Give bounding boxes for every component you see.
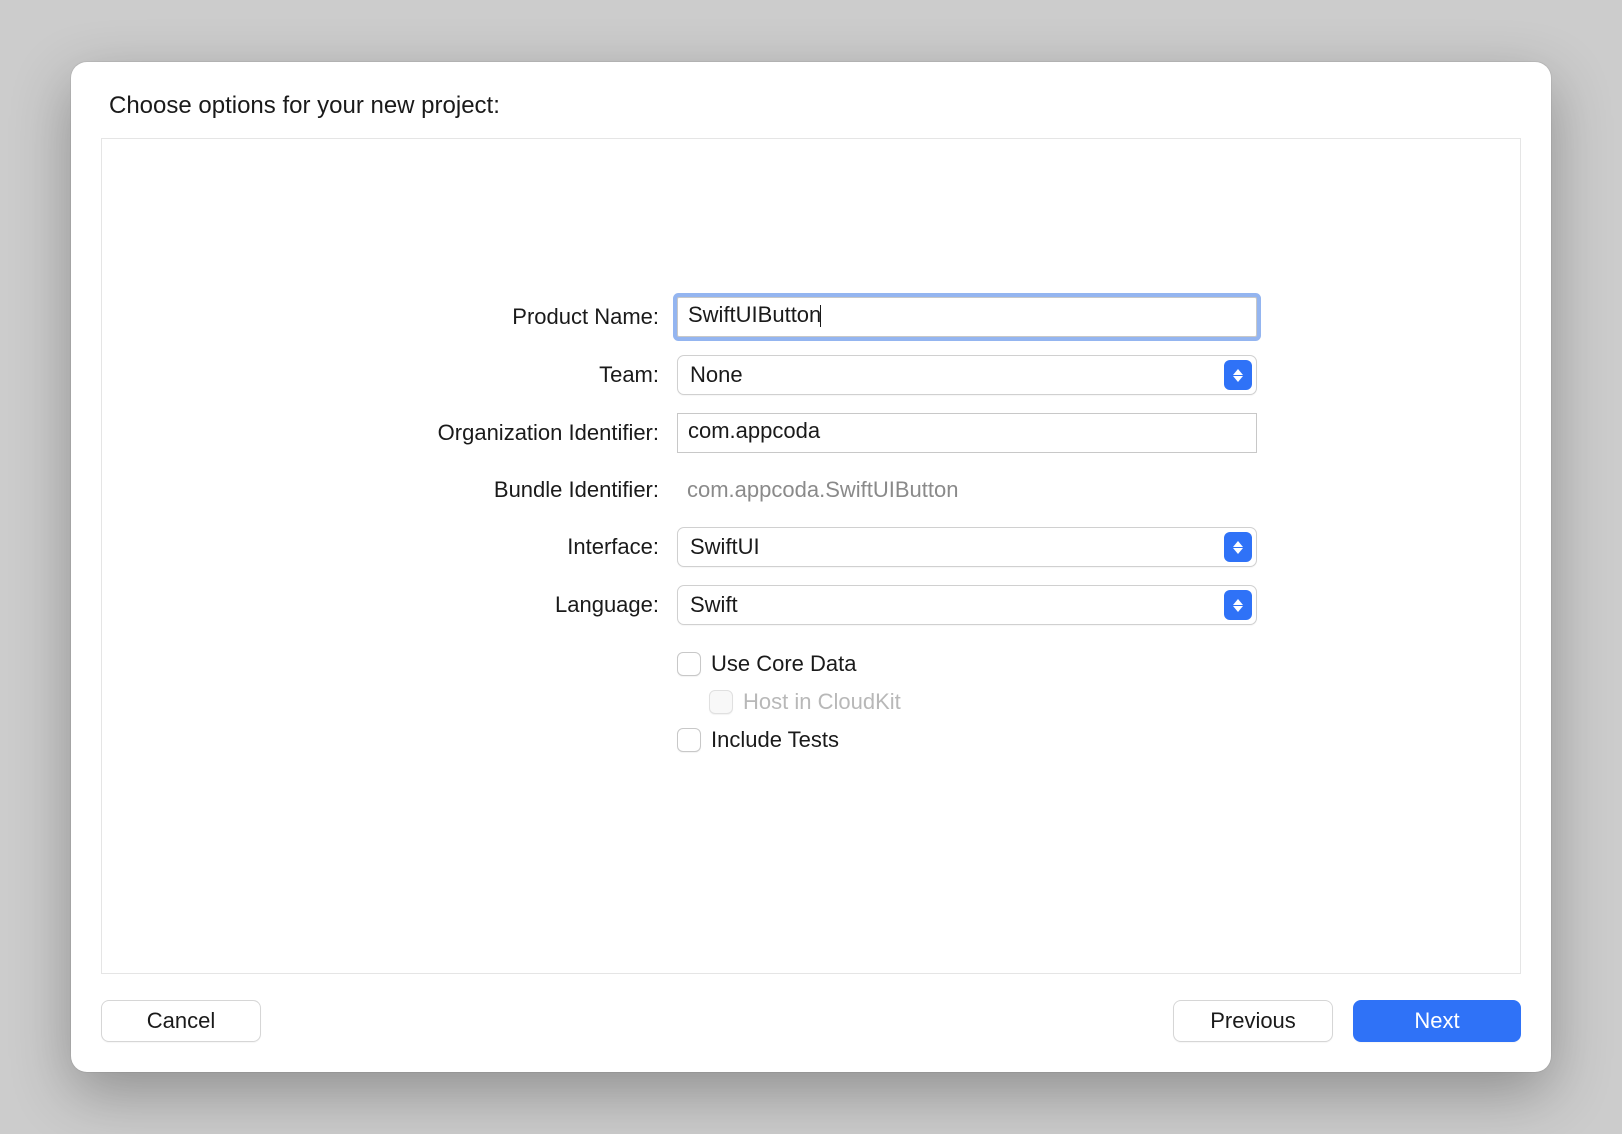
interface-label: Interface: <box>102 534 677 560</box>
options-form: Product Name: SwiftUIButton Team: None O… <box>102 297 1520 755</box>
bundle-identifier-row: Bundle Identifier: com.appcoda.SwiftUIBu… <box>102 471 1520 509</box>
language-select[interactable]: Swift <box>677 585 1257 625</box>
host-cloudkit-checkbox <box>709 690 733 714</box>
dialog-title: Choose options for your new project: <box>101 92 1521 120</box>
dialog-footer: Cancel Previous Next <box>101 974 1521 1042</box>
team-select[interactable]: None <box>677 355 1257 395</box>
product-name-row: Product Name: SwiftUIButton <box>102 297 1520 337</box>
previous-button[interactable]: Previous <box>1173 1000 1333 1042</box>
use-core-data-label: Use Core Data <box>711 651 857 677</box>
product-name-value: SwiftUIButton <box>688 302 821 327</box>
include-tests-checkbox[interactable] <box>677 728 701 752</box>
new-project-options-dialog: Choose options for your new project: Pro… <box>71 62 1551 1072</box>
next-button[interactable]: Next <box>1353 1000 1521 1042</box>
team-value: None <box>690 362 743 388</box>
cancel-button[interactable]: Cancel <box>101 1000 261 1042</box>
product-name-input[interactable]: SwiftUIButton <box>677 297 1257 337</box>
org-identifier-label: Organization Identifier: <box>102 420 677 446</box>
team-label: Team: <box>102 362 677 388</box>
org-identifier-row: Organization Identifier: com.appcoda <box>102 413 1520 453</box>
use-core-data-checkbox[interactable] <box>677 652 701 676</box>
language-label: Language: <box>102 592 677 618</box>
interface-row: Interface: SwiftUI <box>102 527 1520 567</box>
checkboxes-row: Use Core Data Host in CloudKit Include T… <box>102 643 1520 755</box>
chevron-up-down-icon <box>1224 360 1252 390</box>
interface-value: SwiftUI <box>690 534 760 560</box>
org-identifier-input[interactable]: com.appcoda <box>677 413 1257 453</box>
form-container: Product Name: SwiftUIButton Team: None O… <box>101 138 1521 974</box>
use-core-data-row: Use Core Data <box>677 649 1257 679</box>
team-row: Team: None <box>102 355 1520 395</box>
bundle-identifier-label: Bundle Identifier: <box>102 477 677 503</box>
bundle-identifier-value: com.appcoda.SwiftUIButton <box>677 471 1257 509</box>
host-cloudkit-label: Host in CloudKit <box>743 689 901 715</box>
interface-select[interactable]: SwiftUI <box>677 527 1257 567</box>
chevron-up-down-icon <box>1224 532 1252 562</box>
product-name-label: Product Name: <box>102 304 677 330</box>
host-cloudkit-row: Host in CloudKit <box>677 687 1257 717</box>
chevron-up-down-icon <box>1224 590 1252 620</box>
text-cursor-icon <box>820 305 821 327</box>
include-tests-label: Include Tests <box>711 727 839 753</box>
language-row: Language: Swift <box>102 585 1520 625</box>
language-value: Swift <box>690 592 738 618</box>
include-tests-row: Include Tests <box>677 725 1257 755</box>
org-identifier-value: com.appcoda <box>688 418 820 443</box>
